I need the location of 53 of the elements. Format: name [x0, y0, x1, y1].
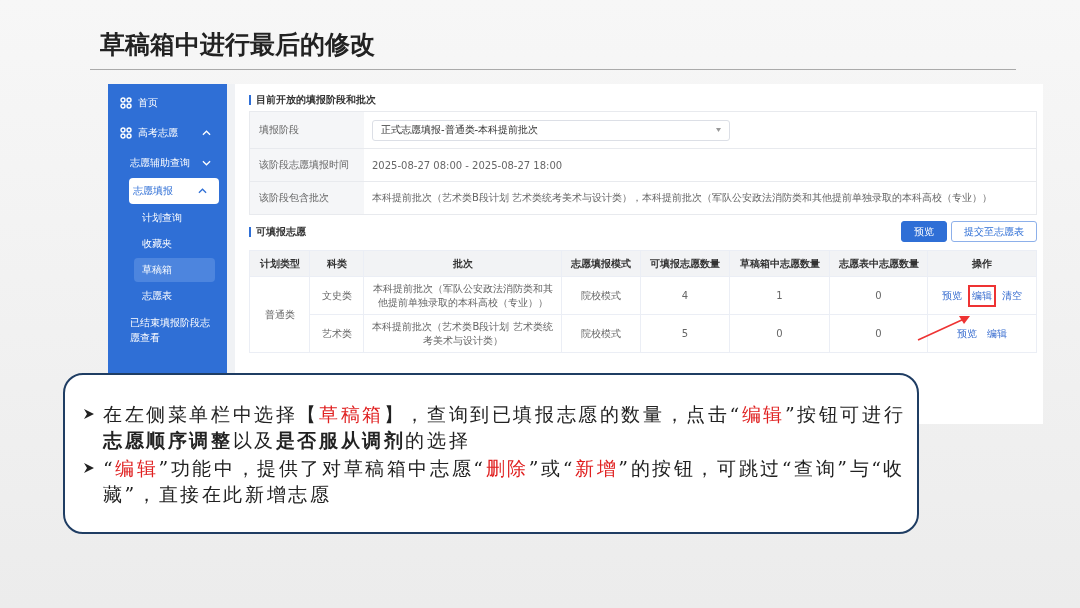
action-link[interactable]: 编辑 — [970, 286, 994, 305]
sidebar-item[interactable]: 高考志愿 — [112, 118, 223, 148]
table-cell: 普通类 — [249, 276, 310, 353]
column-header: 科类 — [309, 250, 364, 277]
table-cell: 0 — [829, 314, 928, 353]
sidebar-item[interactable]: 计划查询 — [134, 206, 215, 230]
table-cell: 艺术类 — [309, 314, 364, 353]
table-cell: 本科提前批次（艺术类B段计划 艺术类统考美术与设计类） — [363, 314, 562, 353]
bullet-text: 在左侧菜单栏中选择【草稿箱】，查询到已填报志愿的数量，点击“编辑”按钮可进行志愿顺序调整以及是否服从调剂的选择 — [103, 402, 907, 453]
table-cell: 4 — [640, 276, 730, 315]
sidebar-item[interactable]: 首页 — [112, 88, 223, 118]
table-cell: 0 — [829, 276, 928, 315]
field-value: 2025-08-27 08:00 - 2025-08-27 18:00 — [372, 159, 563, 171]
table-cell: 院校模式 — [561, 314, 641, 353]
section-heading: 目前开放的填报阶段和批次 — [256, 93, 376, 107]
table-cell: 本科提前批次（军队公安政法消防类和其他提前单独录取的本科高校（专业）） — [363, 276, 562, 315]
field-label: 该阶段志愿填报时间 — [250, 149, 364, 181]
field-label: 该阶段包含批次 — [250, 182, 364, 214]
table-cell: 5 — [640, 314, 730, 353]
table-cell: 文史类 — [309, 276, 364, 315]
action-link[interactable]: 预览 — [940, 286, 964, 305]
column-header: 可填报志愿数量 — [640, 250, 730, 277]
sidebar-item[interactable]: 草稿箱 — [134, 258, 215, 282]
table-cell: 院校模式 — [561, 276, 641, 315]
column-header: 操作 — [927, 250, 1037, 277]
section-heading: 可填报志愿 — [256, 224, 306, 239]
column-header: 志愿填报模式 — [561, 250, 641, 277]
preview-button[interactable]: 预览 — [901, 221, 947, 242]
column-header: 计划类型 — [249, 250, 310, 277]
stage-select[interactable]: 正式志愿填报-普通类-本科提前批次 — [372, 119, 730, 141]
action-link[interactable]: 清空 — [1000, 286, 1024, 305]
sidebar-item[interactable]: 志愿填报 — [129, 178, 219, 204]
bullet-arrow-icon — [83, 462, 95, 474]
dropdown-icon — [716, 128, 721, 132]
column-header: 批次 — [363, 250, 562, 277]
field-value: 本科提前批次（艺术类B段计划 艺术类统考美术与设计类），本科提前批次（军队公安政法消防类和其他提前单独录取的本科高校（专业）） — [372, 191, 993, 205]
sidebar-item[interactable]: 收藏夹 — [134, 232, 215, 256]
table-cell: 0 — [729, 314, 830, 353]
sidebar-item[interactable]: 已结束填报阶段志愿查看 — [112, 310, 223, 350]
submit-button[interactable]: 提交至志愿表 — [951, 221, 1037, 242]
table-cell: 1 — [729, 276, 830, 315]
bullet-text: “编辑”功能中，提供了对草稿箱中志愿“删除”或“新增”的按钮，可跳过“查询”与“收藏”，直接在此新增志愿 — [103, 456, 907, 507]
column-header: 志愿表中志愿数量 — [829, 250, 928, 277]
sidebar-item[interactable]: 志愿辅助查询 — [112, 148, 223, 178]
action-link[interactable]: 编辑 — [985, 324, 1009, 343]
slide-title: 草稿箱中进行最后的修改 — [100, 29, 376, 61]
grid-icon — [120, 127, 132, 139]
sidebar-item[interactable]: 志愿表 — [134, 284, 215, 308]
column-header: 草稿箱中志愿数量 — [729, 250, 830, 277]
bullet-arrow-icon — [83, 408, 95, 420]
field-label: 填报阶段 — [250, 112, 364, 148]
grid-icon — [120, 97, 132, 109]
action-link[interactable]: 预览 — [955, 324, 979, 343]
